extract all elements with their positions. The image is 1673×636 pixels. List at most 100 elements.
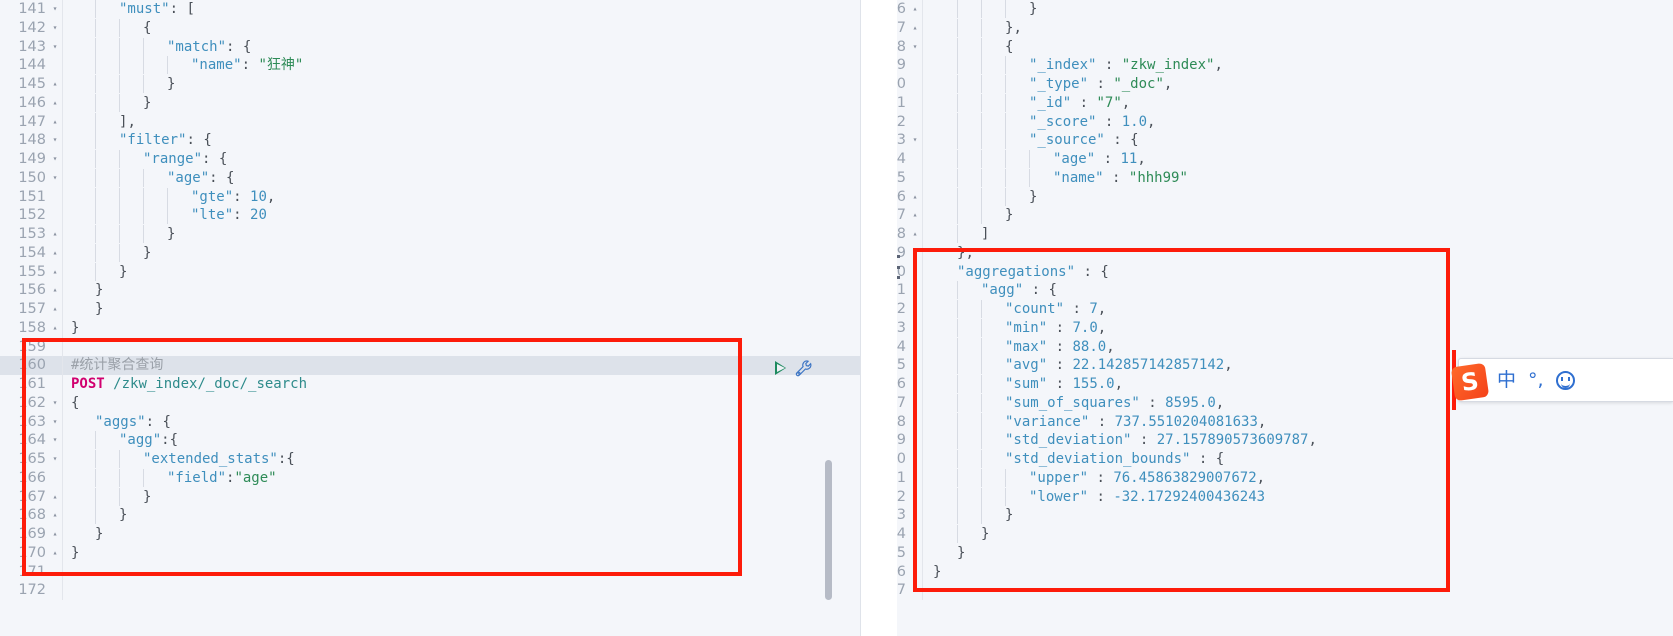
code-line[interactable]: 142 ▾{ xyxy=(0,18,860,38)
code-line[interactable]: 158 ▴} xyxy=(0,318,860,338)
request-code-lines[interactable]: 141 ▾ "must": [142 ▾{143 ▾ "match": {144 "name… xyxy=(0,0,860,600)
code-line[interactable]: 145 ▴} xyxy=(0,75,860,94)
fold-toggle-icon[interactable]: ▴ xyxy=(48,225,62,244)
fold-toggle-icon[interactable]: ▴ xyxy=(908,225,922,244)
code-line[interactable]: 100▾"std_deviation_bounds" : { xyxy=(860,450,1673,469)
fold-toggle-icon[interactable]: ▴ xyxy=(908,525,922,544)
ime-punctuation-mode[interactable]: °, xyxy=(1528,370,1544,390)
code-line[interactable]: 81"_id" : "7", xyxy=(860,93,1673,113)
response-viewer-pane[interactable]: 76▴}77▴},78▾{79"_index" : "zkw_index",80… xyxy=(860,0,1673,636)
code-line[interactable]: 172 xyxy=(0,581,860,600)
fold-toggle-icon[interactable]: ▴ xyxy=(48,281,62,300)
code-text[interactable]: } xyxy=(63,281,860,300)
fold-toggle-icon[interactable]: ▾ xyxy=(48,431,62,450)
code-line[interactable]: 153 ▴} xyxy=(0,225,860,244)
code-text[interactable]: } xyxy=(63,525,860,544)
code-text[interactable]: "count" : 7, xyxy=(923,300,1673,319)
fold-toggle-icon[interactable]: ▾ xyxy=(48,0,62,19)
fold-toggle-icon[interactable]: ▾ xyxy=(48,394,62,413)
fold-toggle-icon[interactable]: ▴ xyxy=(48,544,62,563)
code-line[interactable]: 166 "field":"age" xyxy=(0,468,860,488)
code-text[interactable]: "aggregations" : { xyxy=(923,263,1673,282)
code-line[interactable]: 143 ▾ "match": { xyxy=(0,37,860,57)
code-text[interactable]: "std_deviation" : 27.157890573609787, xyxy=(923,431,1673,450)
code-line[interactable]: 141 ▾ "must": [ xyxy=(0,0,860,19)
fold-toggle-icon[interactable]: ▴ xyxy=(908,244,922,263)
code-text[interactable]: "extended_stats":{ xyxy=(63,450,860,469)
code-text[interactable]: } xyxy=(63,262,860,282)
code-line[interactable]: 80"_type" : "_doc", xyxy=(860,75,1673,94)
code-line[interactable]: 165 ▾ "extended_stats":{ xyxy=(0,450,860,469)
fold-toggle-icon[interactable]: ▴ xyxy=(48,94,62,113)
code-text[interactable]: "age" : 11, xyxy=(923,150,1673,169)
code-line[interactable]: 151 "gte": 10, xyxy=(0,187,860,207)
code-text[interactable]: "name": "狂神" xyxy=(63,56,860,75)
code-line[interactable]: 85"name" : "hhh99" xyxy=(860,168,1673,188)
fold-toggle-icon[interactable]: ▾ xyxy=(48,38,62,57)
code-line[interactable]: 171 xyxy=(0,562,860,582)
code-line[interactable]: 144 "name": "狂神" xyxy=(0,56,860,75)
code-text[interactable]: #统计聚合查询 xyxy=(63,356,860,375)
sogou-logo-icon[interactable]: S xyxy=(1450,362,1490,402)
fold-toggle-icon[interactable]: ▾ xyxy=(908,38,922,57)
fold-toggle-icon[interactable]: ▴ xyxy=(48,319,62,338)
code-text[interactable]: "filter": { xyxy=(63,131,860,150)
fold-toggle-icon[interactable]: ▾ xyxy=(908,450,922,469)
fold-toggle-icon[interactable]: ▾ xyxy=(48,450,62,469)
code-line[interactable]: 87▴} xyxy=(860,206,1673,225)
wrench-icon[interactable] xyxy=(794,358,814,378)
ime-language-mode[interactable]: 中 xyxy=(1497,370,1516,390)
fold-toggle-icon[interactable]: ▴ xyxy=(48,244,62,263)
code-line[interactable]: 148 ▾ "filter": { xyxy=(0,131,860,150)
fold-toggle-icon[interactable]: ▴ xyxy=(48,506,62,525)
code-text[interactable]: }, xyxy=(923,244,1673,263)
ime-toolbar[interactable]: S 中 °, xyxy=(1450,358,1673,402)
fold-toggle-icon[interactable]: ▾ xyxy=(48,19,62,38)
code-text[interactable]: } xyxy=(63,487,860,507)
code-line[interactable]: 162 ▾{ xyxy=(0,393,860,413)
code-line[interactable]: 88▴] xyxy=(860,225,1673,244)
code-text[interactable]: } xyxy=(63,506,860,525)
code-line[interactable]: 102"lower" : -32.17292400436243 xyxy=(860,487,1673,507)
code-text[interactable]: "_index" : "zkw_index", xyxy=(923,56,1673,75)
code-line[interactable]: 94"max" : 88.0, xyxy=(860,337,1673,357)
code-line[interactable]: 89▴}, xyxy=(860,243,1673,263)
code-line[interactable]: 91▾"agg" : { xyxy=(860,281,1673,300)
code-line[interactable]: 159 xyxy=(0,337,860,357)
code-text[interactable]: { xyxy=(923,37,1673,57)
code-text[interactable]: "aggs": { xyxy=(63,413,860,432)
fold-toggle-icon[interactable]: ▴ xyxy=(908,206,922,225)
code-text[interactable]: } xyxy=(923,506,1673,525)
pane-divider[interactable] xyxy=(860,0,861,636)
code-line[interactable]: 79"_index" : "zkw_index", xyxy=(860,56,1673,75)
code-line[interactable]: 149 ▾ "range": { xyxy=(0,150,860,169)
fold-toggle-icon[interactable]: ▾ xyxy=(908,281,922,300)
fold-toggle-icon[interactable]: ▾ xyxy=(908,131,922,150)
code-text[interactable]: { xyxy=(63,394,860,413)
fold-toggle-icon[interactable]: ▴ xyxy=(908,19,922,38)
code-text[interactable]: } xyxy=(923,0,1673,19)
fold-toggle-icon[interactable]: ▾ xyxy=(48,150,62,169)
code-text[interactable]: "lte": 20 xyxy=(63,206,860,225)
code-line[interactable]: 101"upper" : 76.45863829007672, xyxy=(860,468,1673,488)
code-text[interactable]: "std_deviation_bounds" : { xyxy=(923,450,1673,469)
response-code-lines[interactable]: 76▴}77▴},78▾{79"_index" : "zkw_index",80… xyxy=(860,0,1673,600)
code-text[interactable]: } xyxy=(923,187,1673,207)
code-text[interactable]: "max" : 88.0, xyxy=(923,337,1673,357)
code-text[interactable]: "_score" : 1.0, xyxy=(923,112,1673,132)
code-line[interactable]: 77▴}, xyxy=(860,18,1673,38)
code-line[interactable]: 90▾"aggregations" : { xyxy=(860,262,1673,282)
code-text[interactable]: } xyxy=(63,75,860,94)
code-line[interactable]: 86▴} xyxy=(860,187,1673,207)
fold-toggle-icon[interactable]: ▾ xyxy=(48,131,62,150)
left-pane-scrollbar[interactable] xyxy=(825,460,832,600)
fold-toggle-icon[interactable]: ▴ xyxy=(908,0,922,19)
code-text[interactable]: "_type" : "_doc", xyxy=(923,75,1673,94)
play-icon[interactable] xyxy=(775,361,786,376)
code-line[interactable]: 147 ▴], xyxy=(0,112,860,132)
code-text[interactable]: "variance" : 737.5510204081633, xyxy=(923,412,1673,432)
code-text[interactable]: }, xyxy=(923,18,1673,38)
code-line[interactable]: 167 ▴} xyxy=(0,487,860,507)
code-line[interactable]: 157 ▴} xyxy=(0,300,860,319)
code-text[interactable]: "age": { xyxy=(63,168,860,188)
